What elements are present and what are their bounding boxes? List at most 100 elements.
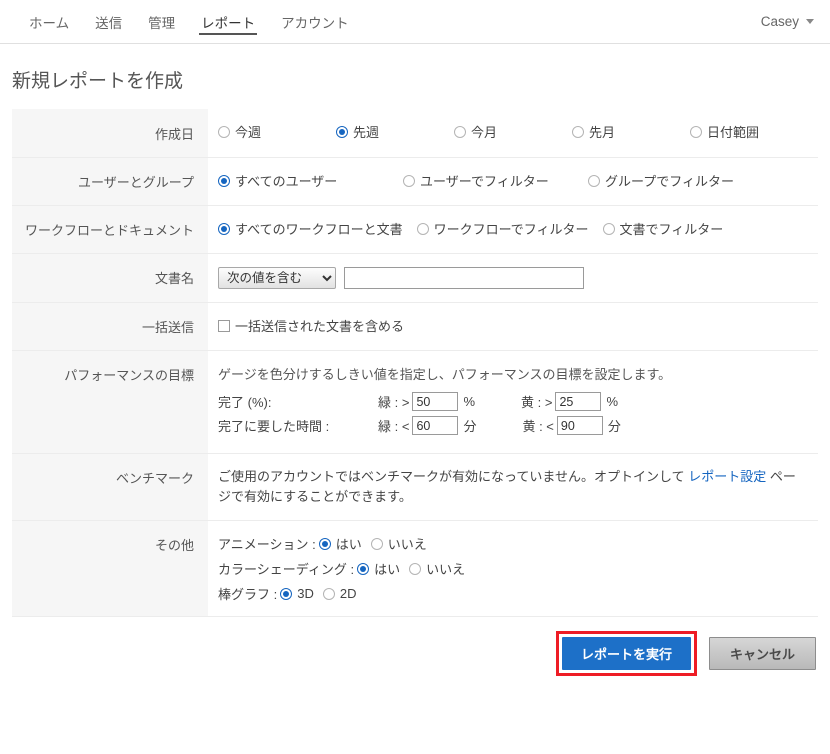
form-row-workflows-documents: ワークフローとドキュメント すべてのワークフローと文書 ワークフローでフィルター…: [12, 205, 818, 253]
document-name-condition-select[interactable]: 次の値を含む: [218, 267, 336, 289]
form-row-benchmark: ベンチマーク ご使用のアカウントではベンチマークが有効になっていません。オプトイ…: [12, 453, 818, 521]
radio-option-filter-by-workflow[interactable]: ワークフローでフィルター: [416, 219, 589, 238]
label-performance-goals: パフォーマンスの目標: [12, 350, 208, 453]
radio-option-color-shading-yes[interactable]: はい: [357, 559, 400, 578]
field-users-groups: すべてのユーザー ユーザーでフィルター グループでフィルター: [208, 157, 818, 205]
animation-label: アニメーション :: [218, 537, 316, 553]
label-users-groups: ユーザーとグループ: [12, 157, 208, 205]
checkbox-label: 一括送信された文書を含める: [235, 319, 405, 334]
green-threshold-label: 緑 : >: [378, 395, 410, 410]
performance-green-threshold: 緑 : > %: [378, 392, 475, 411]
radio-label: いいえ: [426, 562, 466, 578]
report-form: 作成日 今週 先週 今月 先月 日付範囲 ユーザーとグループ すべてのユーザー …: [12, 109, 818, 618]
nav-item-send[interactable]: 送信: [82, 0, 135, 43]
user-menu[interactable]: Casey: [761, 0, 816, 43]
radio-icon: [409, 562, 422, 575]
green-threshold-input[interactable]: [412, 392, 459, 411]
field-performance-goals: ゲージを色分けするしきい値を指定し、パフォーマンスの目標を設定します。 完了 (…: [208, 350, 818, 453]
performance-line-completion: 完了 (%): 緑 : > % 黄 : > %: [218, 392, 810, 411]
radio-label: 先月: [589, 125, 616, 140]
performance-description: ゲージを色分けするしきい値を指定し、パフォーマンスの目標を設定します。: [218, 367, 672, 382]
yellow-threshold-input[interactable]: [556, 416, 603, 435]
radio-option-filter-by-user[interactable]: ユーザーでフィルター: [403, 171, 588, 190]
radio-icon: [690, 125, 702, 138]
radio-label: ワークフローでフィルター: [433, 222, 589, 237]
field-creation-date: 今週 先週 今月 先月 日付範囲: [208, 109, 818, 157]
report-settings-link[interactable]: レポート設定: [688, 469, 766, 484]
nav-item-manage[interactable]: 管理: [135, 0, 188, 43]
radio-label: ユーザーでフィルター: [420, 174, 549, 189]
radio-option-date-range[interactable]: 日付範囲: [690, 122, 808, 141]
radio-group-creation-date: 今週 先週 今月 先月 日付範囲: [218, 122, 810, 141]
radio-option-bar-chart-3d[interactable]: 3D: [280, 586, 314, 601]
radio-icon-selected: [357, 562, 370, 575]
radio-icon: [572, 125, 584, 138]
radio-option-color-shading-no[interactable]: いいえ: [409, 559, 465, 578]
radio-option-all-workflows-documents[interactable]: すべてのワークフローと文書: [218, 219, 403, 238]
radio-icon: [454, 125, 466, 138]
yellow-threshold-label: 黄 : >: [521, 395, 553, 410]
radio-option-filter-by-document[interactable]: 文書でフィルター: [602, 219, 724, 238]
radio-label: グループでフィルター: [605, 174, 734, 189]
radio-icon: [322, 587, 335, 600]
green-threshold-label: 緑 : <: [378, 419, 410, 434]
radio-label: 今月: [471, 125, 498, 140]
green-threshold-input[interactable]: [412, 416, 459, 435]
radio-icon: [370, 537, 383, 550]
form-row-users-groups: ユーザーとグループ すべてのユーザー ユーザーでフィルター グループでフィルター: [12, 157, 818, 205]
field-document-name: 次の値を含む: [208, 253, 818, 302]
cancel-button[interactable]: キャンセル: [708, 637, 816, 671]
radio-option-bar-chart-2d[interactable]: 2D: [322, 586, 356, 601]
bar-chart-label: 棒グラフ :: [218, 587, 278, 603]
run-report-button[interactable]: レポートを実行: [561, 637, 691, 671]
benchmark-message: ご使用のアカウントではベンチマークが有効になっていません。オプトインして レポー…: [218, 467, 800, 507]
checkbox-include-bulk-sent[interactable]: 一括送信された文書を含める: [218, 316, 404, 335]
radio-label: 日付範囲: [707, 125, 760, 140]
green-threshold-unit: %: [463, 394, 475, 409]
radio-icon: [218, 125, 230, 138]
radio-label: 今週: [235, 125, 262, 140]
form-actions: レポートを実行 キャンセル: [0, 631, 816, 677]
document-name-input[interactable]: [344, 267, 584, 289]
radio-label: すべてのユーザー: [235, 174, 338, 189]
label-other: その他: [12, 520, 208, 617]
document-name-controls: 次の値を含む: [218, 267, 810, 289]
yellow-threshold-input[interactable]: [555, 392, 602, 411]
radio-icon: [588, 174, 600, 187]
form-row-creation-date: 作成日 今週 先週 今月 先月 日付範囲: [12, 109, 818, 157]
radio-group-users-groups: すべてのユーザー ユーザーでフィルター グループでフィルター: [218, 171, 810, 190]
radio-option-this-week[interactable]: 今週: [218, 122, 336, 141]
radio-icon-selected: [218, 222, 230, 235]
radio-option-this-month[interactable]: 今月: [454, 122, 572, 141]
other-line-color-shading: カラーシェーディング : はい いいえ: [218, 559, 810, 578]
performance-line-duration: 完了に要した時間 : 緑 : < 分 黄 : < 分: [218, 416, 810, 435]
nav-item-home[interactable]: ホーム: [16, 0, 82, 43]
performance-yellow-threshold: 黄 : < 分: [522, 416, 621, 435]
radio-option-last-month[interactable]: 先月: [572, 122, 690, 141]
nav-item-account[interactable]: アカウント: [268, 0, 362, 43]
checkbox-icon: [218, 319, 230, 332]
field-other: アニメーション : はい いいえ カラーシェーディング : はい いいえ 棒グラ…: [208, 520, 818, 617]
radio-label: すべてのワークフローと文書: [235, 222, 403, 237]
benchmark-text-before: ご使用のアカウントではベンチマークが有効になっていません。オプトインして: [218, 469, 689, 484]
radio-option-animation-no[interactable]: いいえ: [370, 534, 427, 553]
performance-metric-label: 完了に要した時間 :: [218, 419, 330, 434]
user-name-label: Casey: [760, 14, 799, 29]
radio-label: いいえ: [387, 537, 427, 553]
radio-label: 文書でフィルター: [619, 222, 724, 237]
nav-item-reports[interactable]: レポート: [188, 0, 268, 43]
radio-option-all-users[interactable]: すべてのユーザー: [218, 171, 403, 190]
radio-label: はい: [335, 537, 362, 553]
radio-option-animation-yes[interactable]: はい: [318, 534, 362, 553]
yellow-threshold-unit: 分: [607, 419, 621, 434]
radio-icon-selected: [218, 174, 230, 187]
green-threshold-unit: 分: [463, 419, 477, 434]
form-row-other: その他 アニメーション : はい いいえ カラーシェーディング : はい いいえ…: [12, 520, 818, 617]
radio-option-filter-by-group[interactable]: グループでフィルター: [588, 171, 734, 190]
radio-group-workflows-documents: すべてのワークフローと文書 ワークフローでフィルター 文書でフィルター: [218, 219, 810, 238]
top-navigation-bar: ホーム 送信 管理 レポート アカウント Casey: [0, 0, 830, 44]
radio-option-last-week[interactable]: 先週: [336, 122, 454, 141]
form-row-document-name: 文書名 次の値を含む: [12, 253, 818, 302]
label-benchmark: ベンチマーク: [12, 453, 208, 521]
